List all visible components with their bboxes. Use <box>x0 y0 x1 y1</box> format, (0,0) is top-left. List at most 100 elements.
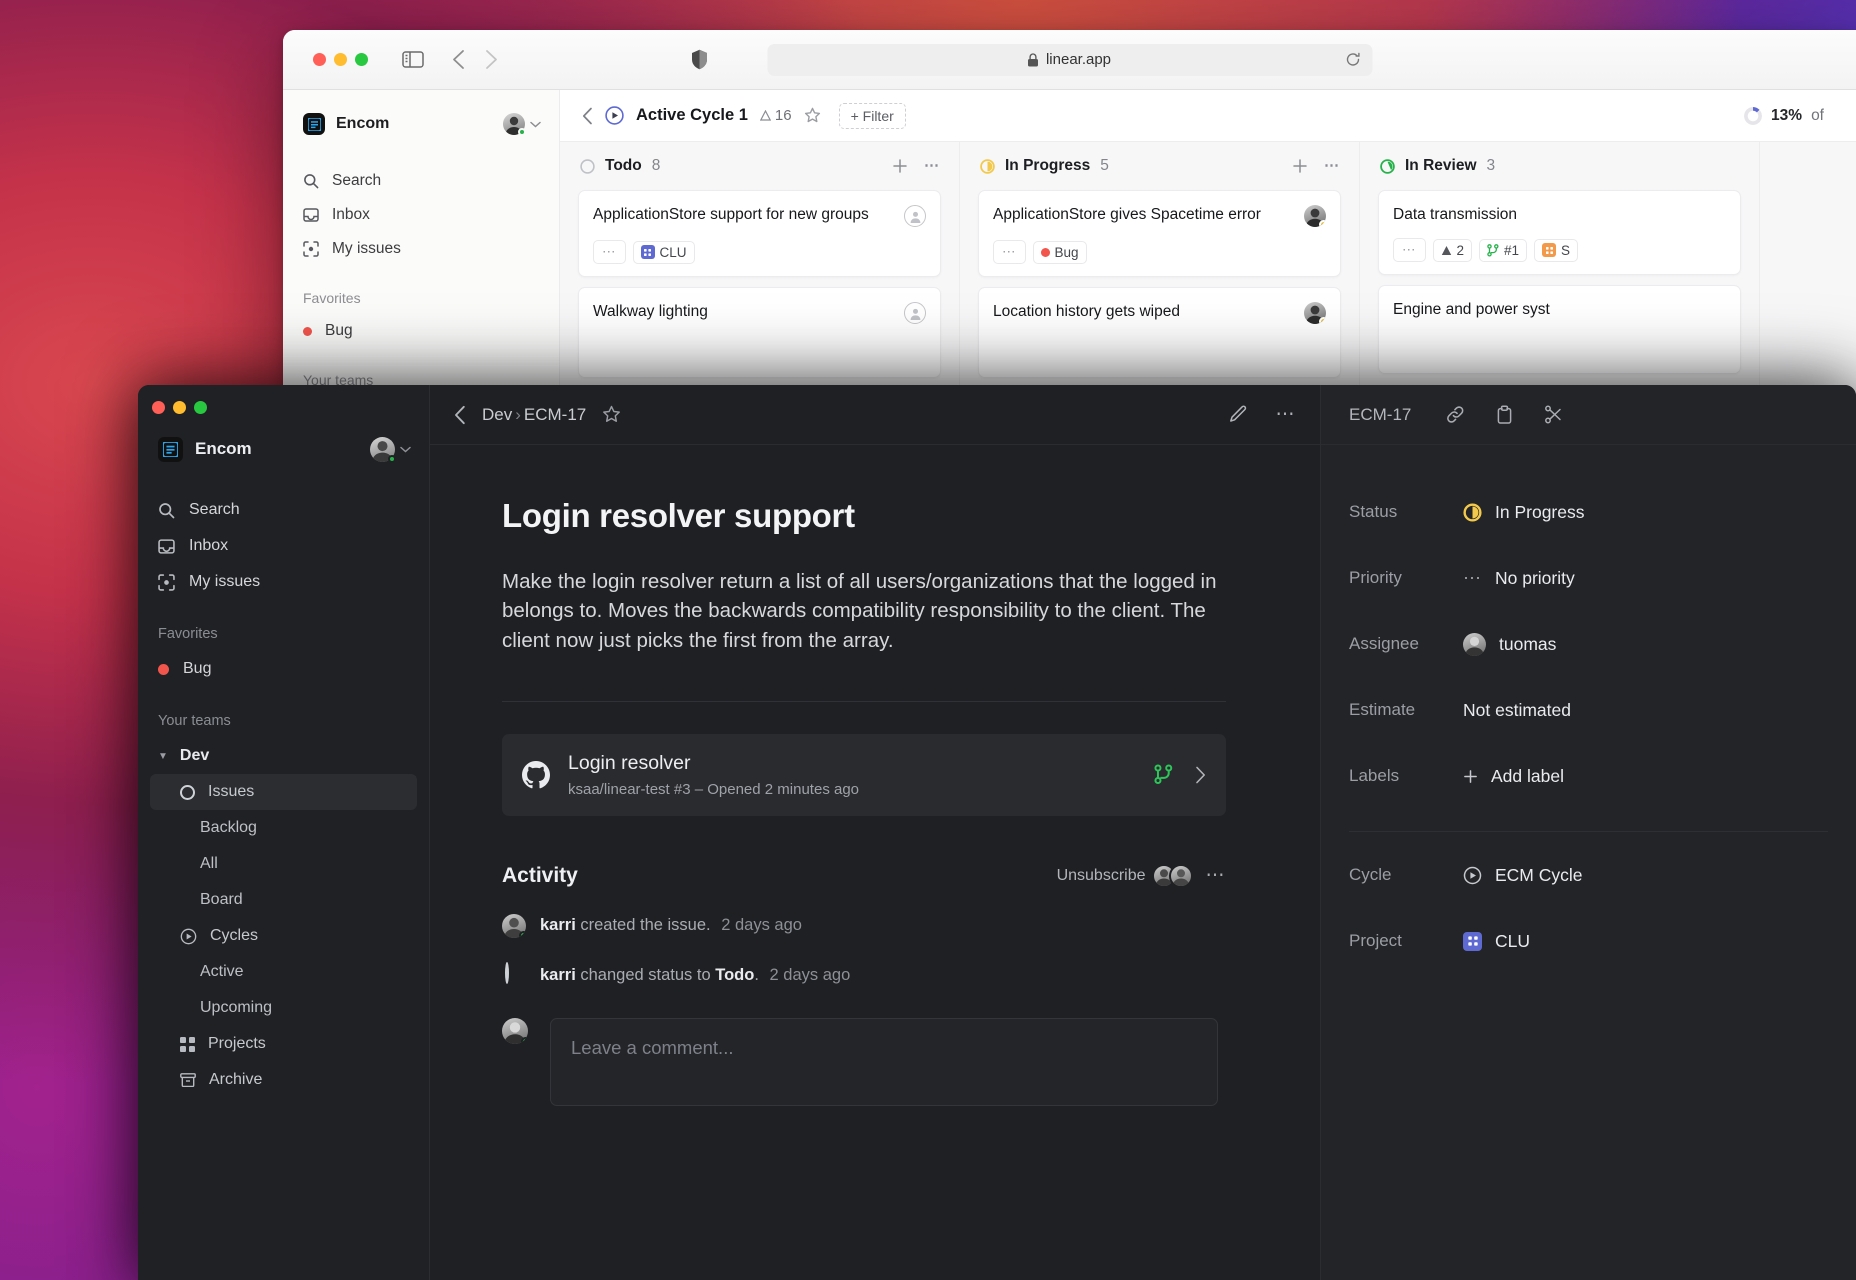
sidebar-item-search[interactable]: Search <box>283 164 559 198</box>
sidebar-item-all[interactable]: All <box>138 846 429 882</box>
issue-card[interactable]: ApplicationStore support for new groups … <box>578 190 941 277</box>
clipboard-copy-icon[interactable] <box>1494 404 1515 425</box>
back-arrow-icon[interactable] <box>582 107 593 125</box>
sidebar-item-board[interactable]: Board <box>138 882 429 918</box>
issue-card-title: ApplicationStore gives Spacetime error <box>993 206 1261 223</box>
org-switcher[interactable]: Encom <box>283 106 559 142</box>
issue-priority-chip[interactable]: ⋯ <box>593 240 626 264</box>
issue-description[interactable]: Make the login resolver return a list of… <box>502 567 1232 655</box>
sidebar-item-label: Inbox <box>332 206 370 223</box>
column-more-options-icon[interactable]: ⋯ <box>924 158 939 174</box>
unsubscribe-button[interactable]: Unsubscribe <box>1057 867 1146 885</box>
issue-branch-chip[interactable]: #1 <box>1479 238 1528 262</box>
status-badge <box>1319 317 1326 324</box>
link-copy-icon[interactable] <box>1445 404 1466 425</box>
org-switcher[interactable]: Encom <box>138 430 429 468</box>
property-value: In Progress <box>1495 501 1585 522</box>
add-issue-button[interactable] <box>892 158 908 174</box>
project-chip-label: S <box>1561 242 1571 258</box>
sidebar-item-backlog[interactable]: Backlog <box>138 810 429 846</box>
issue-priority-chip[interactable]: ⋯ <box>993 240 1026 264</box>
progress-percent: 13% <box>1771 106 1803 124</box>
chevron-down-icon[interactable]: ▼ <box>158 751 168 762</box>
sidebar-item-issues[interactable]: Issues <box>150 774 417 810</box>
maximize-window-button[interactable] <box>194 401 207 414</box>
assignee-avatar-empty[interactable] <box>904 205 926 227</box>
sidebar-favorite-bug[interactable]: Bug <box>138 651 429 687</box>
add-filter-button[interactable]: + Filter <box>838 102 906 129</box>
back-board-header: Active Cycle 1 16 + Filter 13% of <box>560 90 1856 142</box>
sidebar-item-upcoming[interactable]: Upcoming <box>138 990 429 1026</box>
chevron-down-icon[interactable] <box>400 446 411 453</box>
star-icon[interactable] <box>602 405 621 424</box>
issue-project-chip[interactable]: CLU <box>632 240 695 264</box>
breadcrumb[interactable]: Dev › ECM-17 <box>482 405 586 425</box>
address-bar[interactable]: linear.app <box>767 43 1372 76</box>
triangle-icon <box>759 110 771 121</box>
chevron-right-icon[interactable] <box>1195 766 1206 784</box>
add-issue-button[interactable] <box>1292 158 1308 174</box>
property-labels[interactable]: Labels Add label <box>1349 743 1828 809</box>
privacy-shield-icon[interactable] <box>691 49 708 70</box>
sidebar-toggle-icon[interactable] <box>402 51 424 68</box>
maximize-window-button[interactable] <box>355 53 368 66</box>
star-icon[interactable] <box>804 107 821 124</box>
property-estimate[interactable]: Estimate Not estimated <box>1349 677 1828 743</box>
issue-card[interactable]: ApplicationStore gives Spacetime error ⋯ <box>978 190 1341 277</box>
column-more-options-icon[interactable]: ⋯ <box>1324 158 1339 174</box>
team-name: Dev <box>179 747 210 764</box>
assignee-avatar-empty[interactable] <box>904 302 926 324</box>
user-avatar[interactable] <box>503 113 526 136</box>
more-options-icon[interactable]: ⋯ <box>1206 866 1227 885</box>
back-arrow-icon[interactable] <box>452 49 465 70</box>
property-project[interactable]: Project CLU <box>1349 908 1828 974</box>
issue-label-chip[interactable]: Bug <box>1032 240 1087 264</box>
sidebar-item-search[interactable]: Search <box>138 492 429 528</box>
github-link-card[interactable]: Login resolver ksaa/linear-test #3 – Ope… <box>502 733 1226 816</box>
issue-priority-chip[interactable]: ⋯ <box>1393 238 1426 263</box>
property-label: Assignee <box>1349 634 1419 653</box>
minimize-window-button[interactable] <box>334 53 347 66</box>
breadcrumb-issue-id: ECM-17 <box>523 404 587 424</box>
close-window-button[interactable] <box>152 401 165 414</box>
sidebar-item-inbox[interactable]: Inbox <box>283 198 559 232</box>
sidebar-item-inbox[interactable]: Inbox <box>138 528 429 564</box>
more-options-icon[interactable]: ⋯ <box>1276 405 1297 424</box>
sidebar-item-label: Backlog <box>200 819 257 836</box>
issue-card[interactable]: Walkway lighting <box>578 287 941 378</box>
issue-card[interactable]: Location history gets wiped <box>978 287 1341 378</box>
split-icon[interactable] <box>1543 404 1564 425</box>
sidebar-item-active[interactable]: Active <box>138 954 429 990</box>
property-cycle[interactable]: Cycle ECM Cycle <box>1349 842 1828 908</box>
issue-card[interactable]: Data transmission ⋯ 2 #1 S <box>1378 190 1741 276</box>
minimize-window-button[interactable] <box>173 401 186 414</box>
assignee-avatar[interactable] <box>1304 302 1326 324</box>
sidebar-item-archive[interactable]: Archive <box>138 1062 429 1098</box>
subscriber-avatars[interactable] <box>1151 863 1193 888</box>
plus-icon <box>1463 769 1478 784</box>
issue-card-title: Data transmission <box>1393 206 1518 223</box>
sidebar-item-my-issues[interactable]: My issues <box>138 564 429 600</box>
user-avatar[interactable] <box>370 436 396 463</box>
assignee-avatar[interactable] <box>1304 205 1326 227</box>
close-window-button[interactable] <box>313 53 326 66</box>
pencil-edit-icon[interactable] <box>1229 405 1248 424</box>
chevron-down-icon[interactable] <box>530 121 541 128</box>
back-arrow-icon[interactable] <box>454 405 466 425</box>
issue-card[interactable]: Engine and power syst <box>1378 285 1741 375</box>
sidebar-item-projects[interactable]: Projects <box>138 1026 429 1062</box>
property-assignee[interactable]: Assignee tuomas <box>1349 611 1828 677</box>
forward-arrow-icon[interactable] <box>485 49 498 70</box>
issue-project-chip[interactable]: S <box>1534 238 1579 262</box>
comment-input[interactable]: Leave a comment... <box>550 1017 1218 1106</box>
issue-estimate-chip[interactable]: 2 <box>1432 238 1473 262</box>
sidebar-item-my-issues[interactable]: My issues <box>283 232 559 266</box>
sidebar-team-dev[interactable]: ▼ Dev <box>138 738 429 774</box>
breadcrumb-separator: › <box>515 404 521 424</box>
git-branch-icon <box>1487 243 1499 257</box>
reload-icon[interactable] <box>1345 52 1360 67</box>
property-priority[interactable]: Priority ⋯ No priority <box>1349 545 1828 611</box>
sidebar-favorite-bug[interactable]: Bug <box>283 314 559 348</box>
property-status[interactable]: Status In Progress <box>1349 479 1828 545</box>
sidebar-item-cycles[interactable]: Cycles <box>138 918 429 954</box>
